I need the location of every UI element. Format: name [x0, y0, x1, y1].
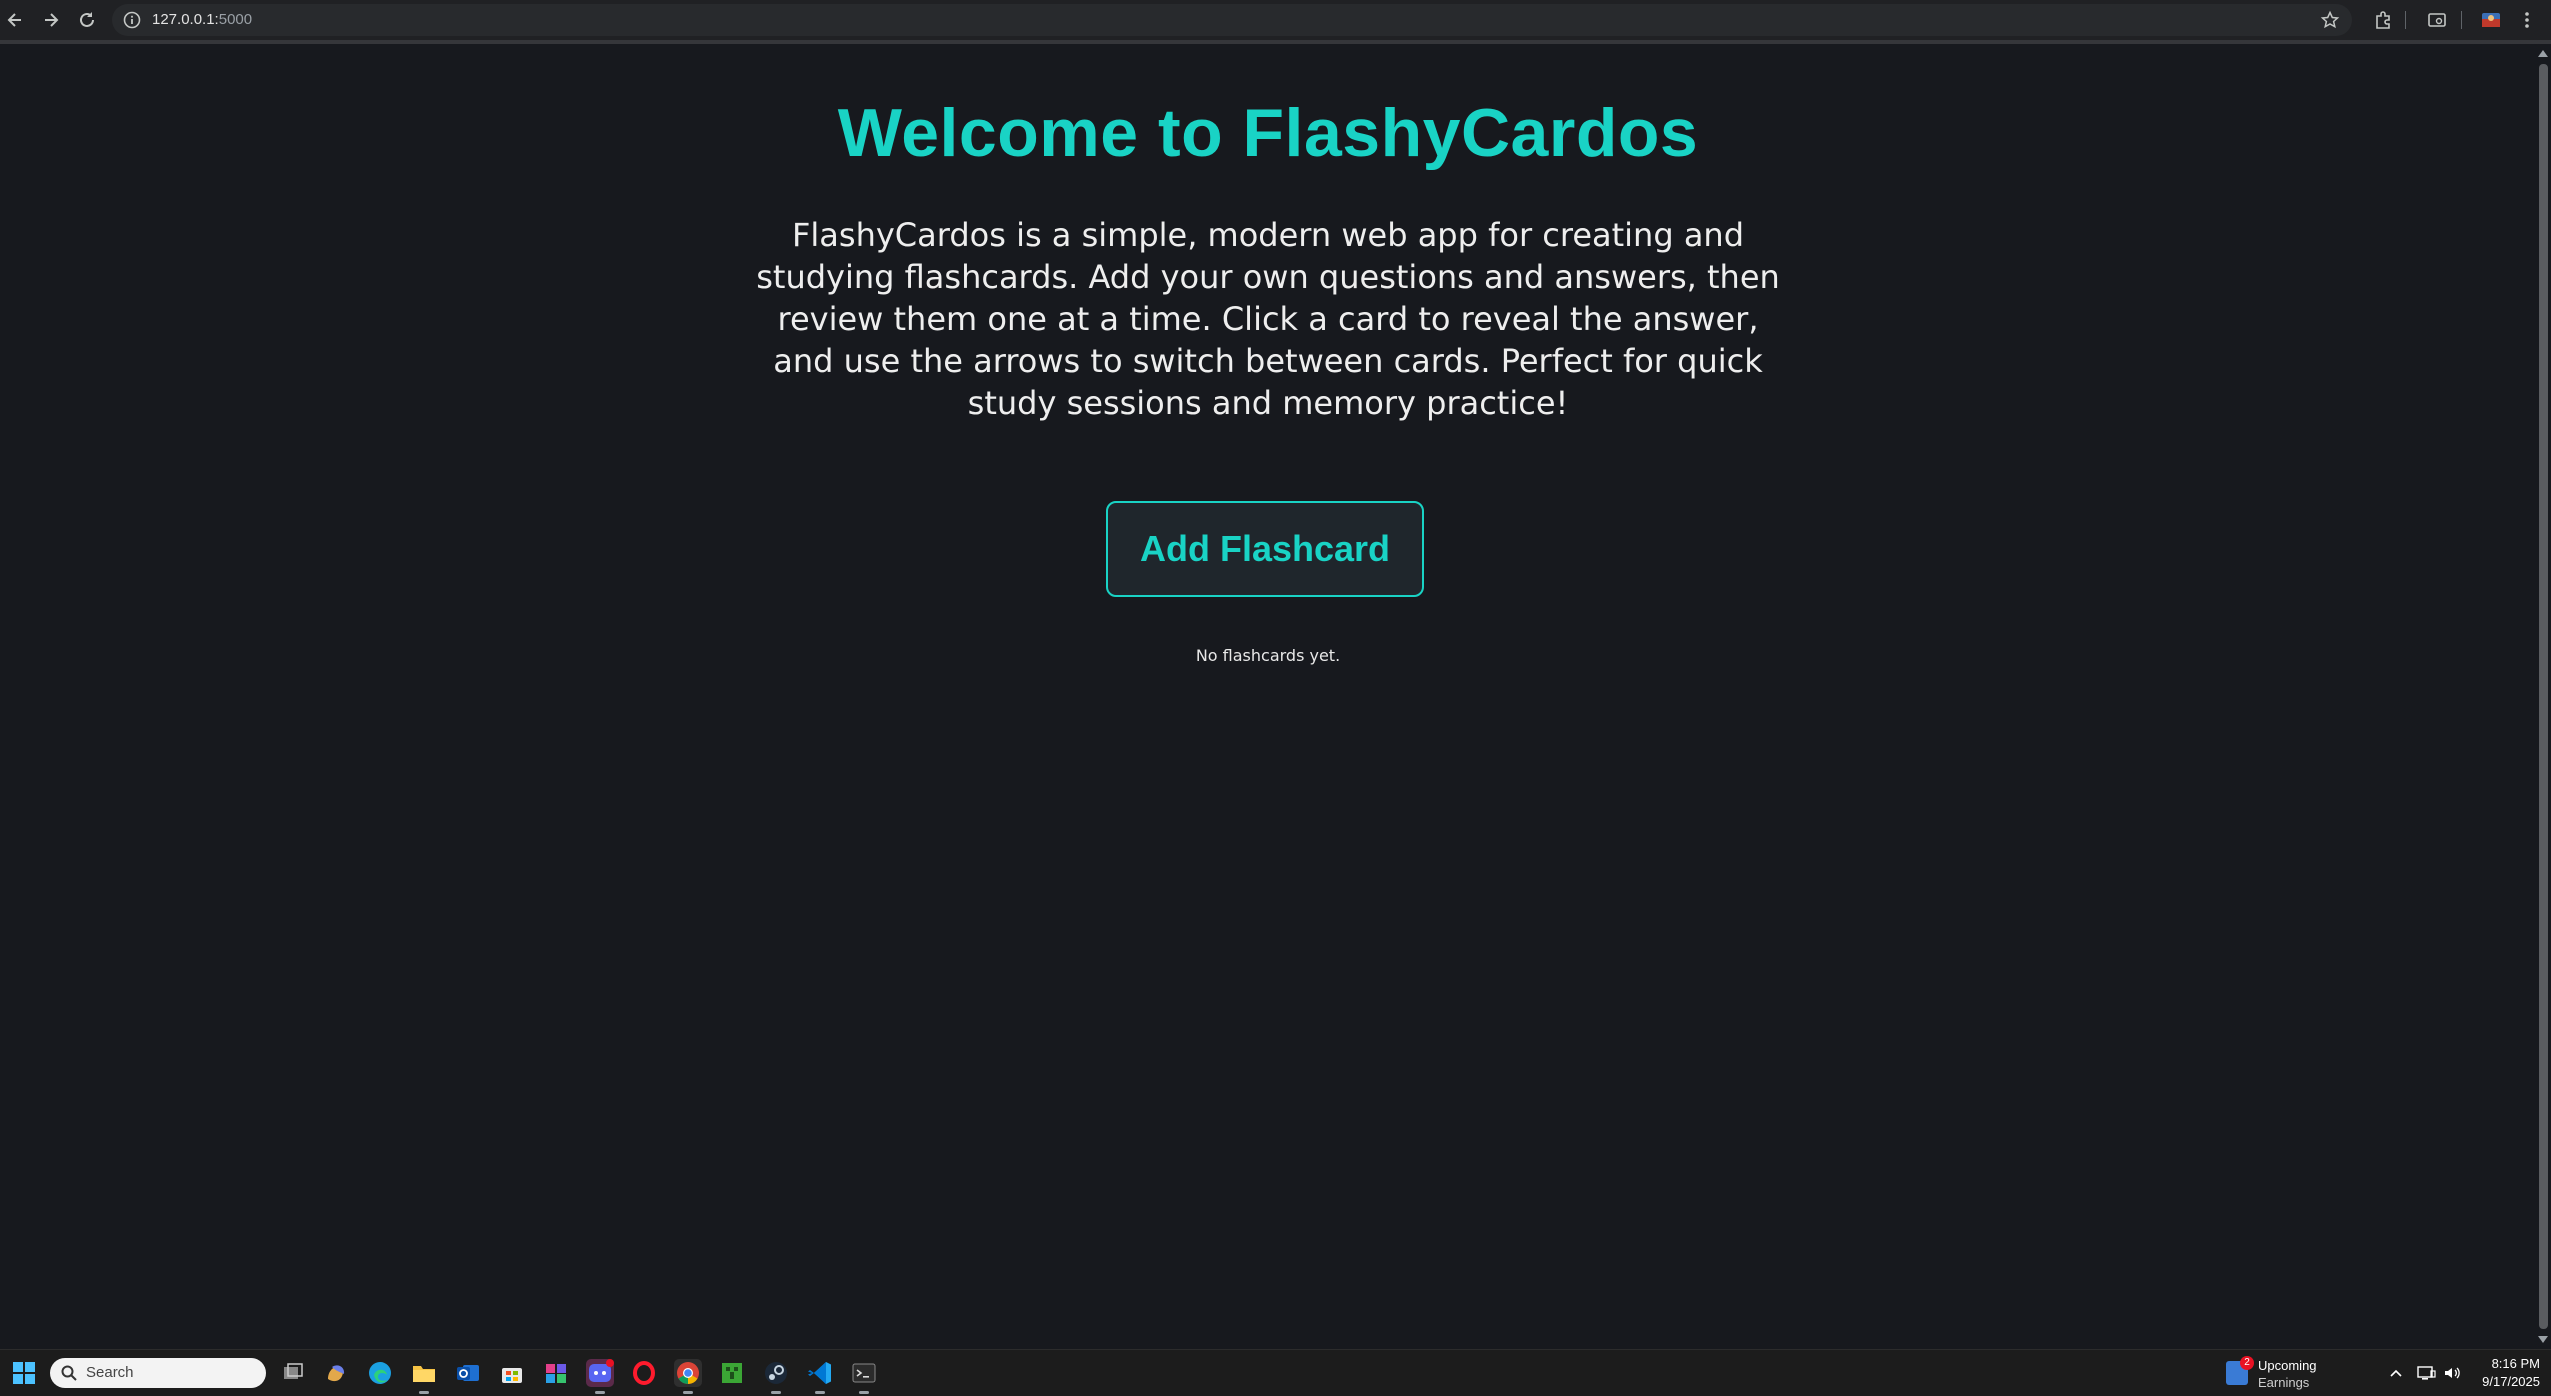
menu-kebab-icon[interactable]	[2514, 7, 2540, 33]
back-icon[interactable]	[2, 7, 28, 33]
network-icon[interactable]	[2416, 1363, 2436, 1383]
url-text: 127.0.0.1:5000	[152, 11, 252, 28]
page-scrollbar[interactable]	[2536, 44, 2551, 1349]
toolbar-divider	[2405, 11, 2406, 29]
edge-icon[interactable]	[366, 1359, 394, 1387]
address-bar[interactable]: 127.0.0.1:5000	[112, 4, 2352, 36]
outlook-icon[interactable]	[454, 1359, 482, 1387]
clock-time: 8:16 PM	[2491, 1356, 2540, 1371]
add-flashcard-button[interactable]: Add Flashcard	[1106, 501, 1424, 597]
extensions-icon[interactable]	[2370, 7, 2396, 33]
minecraft-icon[interactable]	[718, 1359, 746, 1387]
chevron-up-icon[interactable]	[2386, 1363, 2406, 1383]
vscode-icon[interactable]	[806, 1359, 834, 1394]
site-info-icon[interactable]	[122, 10, 142, 30]
search-icon	[60, 1364, 78, 1382]
empty-state-message: No flashcards yet.	[1195, 646, 1341, 665]
page-title: Welcome to FlashyCardos	[837, 95, 1699, 171]
toolbar-divider	[2461, 11, 2462, 29]
chrome-icon[interactable]	[674, 1359, 702, 1394]
scroll-up-icon[interactable]	[2538, 50, 2548, 57]
volume-icon[interactable]	[2442, 1363, 2462, 1383]
forward-icon[interactable]	[38, 7, 64, 33]
page-content: Welcome to FlashyCardos FlashyCardos is …	[0, 44, 2536, 1349]
taskbar-search-box[interactable]: Search	[50, 1358, 266, 1388]
bookmark-star-icon[interactable]	[2320, 10, 2340, 30]
discord-icon[interactable]	[586, 1359, 614, 1394]
windows-taskbar: Search 2 Upcoming Earnings 8:16 PM 9/17/…	[0, 1349, 2551, 1396]
start-icon[interactable]	[10, 1359, 38, 1387]
file-explorer-icon[interactable]	[410, 1359, 438, 1394]
scroll-down-icon[interactable]	[2538, 1336, 2548, 1343]
m365-icon[interactable]	[542, 1359, 570, 1387]
tab-search-icon[interactable]	[2424, 7, 2450, 33]
terminal-icon[interactable]	[850, 1359, 878, 1394]
opera-icon[interactable]	[630, 1359, 658, 1387]
profile-avatar-icon[interactable]	[2478, 7, 2504, 33]
url-port: 5000	[218, 11, 253, 28]
copilot-icon[interactable]	[322, 1359, 350, 1387]
widget-subtitle: Earnings	[2258, 1375, 2310, 1390]
system-clock[interactable]: 8:16 PM 9/17/2025	[2464, 1355, 2540, 1391]
steam-icon[interactable]	[762, 1359, 790, 1394]
search-placeholder: Search	[86, 1364, 134, 1381]
browser-toolbar: 127.0.0.1:5000	[0, 0, 2551, 44]
widget-badge: 2	[2240, 1356, 2254, 1370]
widget-title: Upcoming	[2258, 1358, 2317, 1373]
clock-date: 9/17/2025	[2482, 1374, 2540, 1389]
task-view-icon[interactable]	[279, 1359, 307, 1387]
store-icon[interactable]	[498, 1359, 526, 1387]
news-widget[interactable]: 2 Upcoming Earnings	[2226, 1356, 2336, 1390]
url-host: 127.0.0.1:	[152, 11, 219, 28]
scrollbar-thumb[interactable]	[2539, 64, 2548, 1329]
reload-icon[interactable]	[74, 7, 100, 33]
app-description: FlashyCardos is a simple, modern web app…	[756, 216, 1780, 422]
